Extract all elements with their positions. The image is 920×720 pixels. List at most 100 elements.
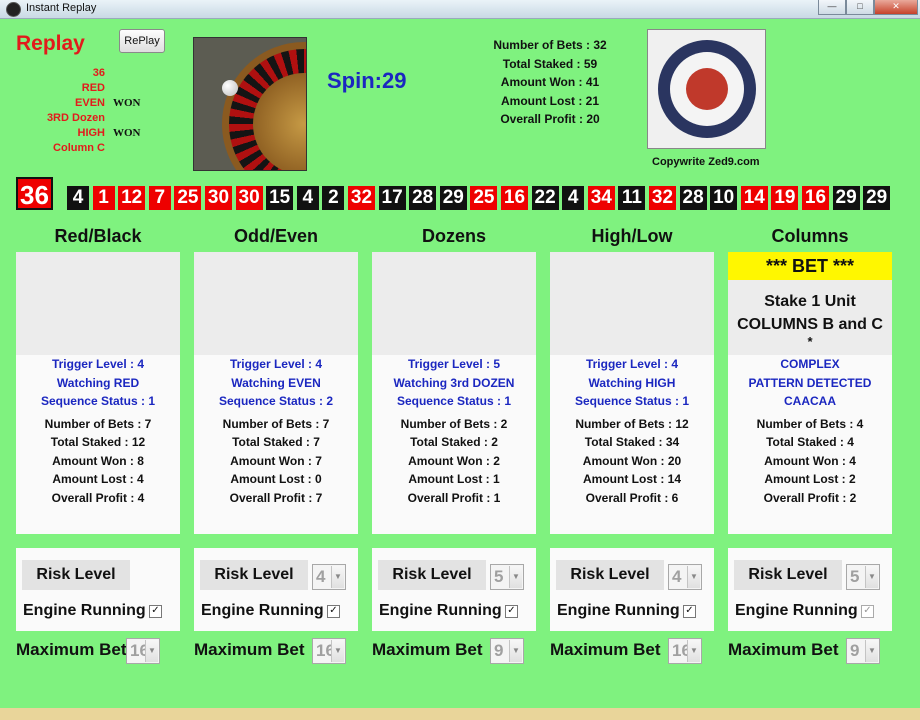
window-controls: — □ ✕ xyxy=(818,0,918,15)
risk-level-select[interactable]: 4 ▼ xyxy=(312,564,346,590)
maximum-bet-select[interactable]: 9 ▼ xyxy=(846,638,880,664)
panel-stats: Number of Bets : 7 Total Staked : 7 Amou… xyxy=(194,415,358,508)
sequence-status: Sequence Status : 1 xyxy=(574,394,690,408)
panel-title-odd-even: Odd/Even xyxy=(233,226,318,246)
risk-level-label: Risk Level xyxy=(22,560,130,590)
replay-button[interactable]: RePlay xyxy=(119,29,165,53)
summary-profit: Overall Profit : 20 xyxy=(500,112,600,126)
stat-profit: Overall Profit : 2 xyxy=(763,490,857,505)
minimize-button[interactable]: — xyxy=(818,0,846,15)
controls-red-black: Risk Level Engine Running ✓ xyxy=(16,548,180,631)
trigger-level: Trigger Level : 4 xyxy=(51,357,145,371)
stat-lost: Amount Lost : 14 xyxy=(583,472,681,486)
overall-summary: Number of Bets : 32 Total Staked : 59 Am… xyxy=(480,38,620,131)
panel-red-black: Trigger Level : 4 Watching RED Sequence … xyxy=(16,252,180,534)
summary-staked: Total Staked : 59 xyxy=(502,56,598,71)
risk-level-label: Risk Level xyxy=(378,560,486,590)
panel-title-red-black: Red/Black xyxy=(54,226,142,246)
history-number: 1 xyxy=(92,186,115,210)
trigger-level: Trigger Level : 5 xyxy=(407,357,501,371)
maximum-bet-select[interactable]: 16 ▼ xyxy=(312,638,346,664)
history-number: 30 xyxy=(235,186,263,210)
target-bullseye xyxy=(686,68,728,110)
result-row: RED xyxy=(40,82,150,97)
maximum-bet-label: Maximum Bet xyxy=(372,640,483,659)
history-number: 32 xyxy=(348,186,375,210)
risk-level-value: 5 xyxy=(494,567,504,586)
stat-won: Amount Won : 4 xyxy=(764,453,856,468)
engine-running-label: Engine Running xyxy=(23,602,146,619)
history-number: 4 xyxy=(67,186,89,210)
maximum-bet-select[interactable]: 16 ▼ xyxy=(668,638,702,664)
history-number: 12 xyxy=(118,186,146,210)
engine-running-checkbox[interactable]: ✓ xyxy=(683,605,696,618)
panel-status-area xyxy=(16,252,180,355)
result-row: Column C xyxy=(40,142,150,157)
stat-won: Amount Won : 8 xyxy=(52,453,144,468)
stat-profit: Overall Profit : 7 xyxy=(229,490,323,505)
chevron-down-icon: ▼ xyxy=(145,640,158,662)
engine-running-checkbox[interactable]: ✓ xyxy=(861,605,874,618)
panel-title-columns: Columns xyxy=(771,226,849,246)
stat-lost: Amount Lost : 0 xyxy=(230,472,322,486)
roulette-wheel-image xyxy=(193,37,307,171)
spin-history: 36 4 1 12 7 25 30 30 15 4 2 32 17 28 29 25 16 22 4 34 11 32 28… xyxy=(16,177,896,213)
stat-won: Amount Won : 2 xyxy=(408,453,500,468)
result-row: 36 xyxy=(40,67,150,82)
chevron-down-icon: ▼ xyxy=(331,640,344,662)
engine-running-checkbox[interactable]: ✓ xyxy=(149,605,162,618)
result-row: HIGH WON xyxy=(40,127,150,142)
panel-stats: Number of Bets : 4 Total Staked : 4 Amou… xyxy=(728,415,892,508)
result-outcome: WON xyxy=(113,127,141,139)
history-number: 14 xyxy=(740,186,768,210)
history-number: 28 xyxy=(409,186,437,210)
history-number: 7 xyxy=(148,186,171,210)
wheel-center xyxy=(253,73,306,170)
engine-running-label: Engine Running xyxy=(735,602,858,619)
maximize-button[interactable]: □ xyxy=(846,0,874,15)
chevron-down-icon: ▼ xyxy=(331,566,344,588)
stat-lost: Amount Lost : 1 xyxy=(408,472,500,486)
chevron-down-icon: ▼ xyxy=(865,640,878,662)
engine-running-checkbox[interactable]: ✓ xyxy=(505,605,518,618)
engine-running-checkbox[interactable]: ✓ xyxy=(327,605,340,618)
pattern-label: COMPLEX xyxy=(780,357,840,371)
maximum-bet-value: 9 xyxy=(850,641,860,660)
stat-staked: Total Staked : 7 xyxy=(232,435,320,449)
controls-dozens: Risk Level 5 ▼ Engine Running ✓ xyxy=(372,548,536,631)
watching-label: Watching 3rd DOZEN xyxy=(393,375,515,390)
stat-staked: Total Staked : 2 xyxy=(410,435,498,449)
panel-dozens: Trigger Level : 5 Watching 3rd DOZEN Seq… xyxy=(372,252,536,534)
history-number: 29 xyxy=(439,186,467,210)
bottom-strip xyxy=(0,708,920,720)
close-button[interactable]: ✕ xyxy=(874,0,918,15)
panel-status-area xyxy=(194,252,358,355)
history-number: 16 xyxy=(802,186,829,210)
risk-level-select[interactable]: 4 ▼ xyxy=(668,564,702,590)
risk-level-select[interactable]: 5 ▼ xyxy=(490,564,524,590)
result-row: 3RD Dozen xyxy=(40,112,150,127)
engine-running-label: Engine Running xyxy=(201,602,324,619)
stat-won: Amount Won : 7 xyxy=(230,453,322,468)
history-number: 30 xyxy=(205,186,232,210)
maximum-bet-select[interactable]: 9 ▼ xyxy=(490,638,524,664)
panel-status-area: *** BET *** Stake 1 Unit COLUMNS B and C… xyxy=(728,252,892,355)
panel-title-high-low: High/Low xyxy=(591,226,673,246)
stake-columns: COLUMNS B and C xyxy=(737,316,883,333)
history-number: 11 xyxy=(618,186,646,210)
result-label: EVEN xyxy=(75,97,105,109)
watching-label: Watching HIGH xyxy=(588,375,676,390)
maximum-bet-select[interactable]: 16 ▼ xyxy=(126,638,160,664)
stat-won: Amount Won : 20 xyxy=(582,453,682,468)
history-number: 4 xyxy=(296,186,319,210)
panel-stats: Number of Bets : 12 Total Staked : 34 Am… xyxy=(550,415,714,508)
stat-profit: Overall Profit : 6 xyxy=(585,490,679,505)
risk-level-select[interactable]: 5 ▼ xyxy=(846,564,880,590)
maximum-bet-value: 9 xyxy=(494,641,504,660)
sequence-status: Sequence Status : 2 xyxy=(218,394,334,408)
history-number: 4 xyxy=(562,186,585,210)
history-number: 34 xyxy=(587,186,615,210)
app-icon xyxy=(6,2,21,17)
maximum-bet-label: Maximum Bet xyxy=(194,640,305,659)
engine-running-label: Engine Running xyxy=(379,602,502,619)
